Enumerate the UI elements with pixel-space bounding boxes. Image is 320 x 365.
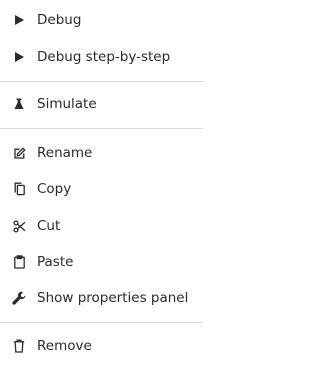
menu-item-remove[interactable]: Remove [0, 332, 203, 360]
context-menu: Debug Debug step-by-step Simulate Rename [0, 0, 207, 365]
menu-item-debug-step-by-step[interactable]: Debug step-by-step [0, 43, 203, 71]
menu-item-label: Simulate [37, 96, 97, 112]
menu-item-copy[interactable]: Copy [0, 175, 203, 203]
menu-item-show-properties-panel[interactable]: Show properties panel [0, 284, 203, 312]
menu-divider [0, 322, 203, 323]
play-icon [11, 12, 27, 28]
menu-item-simulate[interactable]: Simulate [0, 90, 203, 118]
wrench-icon [11, 290, 27, 306]
menu-item-debug[interactable]: Debug [0, 6, 203, 34]
play-icon [11, 49, 27, 65]
menu-item-label: Remove [37, 338, 92, 354]
menu-item-paste[interactable]: Paste [0, 248, 203, 276]
menu-item-label: Copy [37, 181, 72, 197]
menu-item-label: Paste [37, 254, 74, 270]
menu-item-label: Rename [37, 145, 93, 161]
menu-item-label: Show properties panel [37, 290, 189, 306]
menu-item-label: Debug step-by-step [37, 49, 171, 65]
clipboard-icon [11, 254, 27, 270]
flask-icon [11, 96, 27, 112]
scissors-icon [11, 218, 27, 234]
menu-item-label: Debug [37, 12, 82, 28]
menu-divider [0, 128, 203, 129]
copy-icon [11, 181, 27, 197]
menu-divider [0, 81, 203, 82]
trash-icon [11, 338, 27, 354]
menu-item-cut[interactable]: Cut [0, 212, 203, 240]
edit-icon [11, 145, 27, 161]
menu-item-label: Cut [37, 218, 61, 234]
menu-item-rename[interactable]: Rename [0, 139, 203, 167]
